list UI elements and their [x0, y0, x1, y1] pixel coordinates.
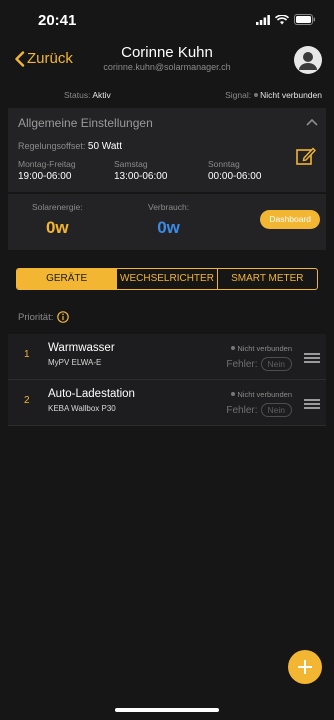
device-name: Warmwasser [48, 342, 115, 354]
device-name: Auto-Ladestation [48, 388, 135, 400]
plus-icon [298, 660, 312, 674]
header: Zurück Corinne Kuhn corinne.kuhn@solarma… [0, 40, 334, 84]
system-icons [256, 14, 316, 25]
device-error: Fehler: Nein [226, 403, 292, 417]
priority-label: Priorität: [18, 311, 54, 323]
user-email: corinne.kuhn@solarmanager.ch [103, 62, 231, 72]
status-text: Status: Aktiv [64, 90, 111, 100]
settings-card: Allgemeine Einstellungen Regelungsoffset… [8, 108, 326, 192]
home-indicator[interactable] [115, 708, 219, 712]
solar-value: 0w [45, 218, 69, 237]
tab-smart-meter[interactable]: SMART METER [216, 269, 317, 289]
error-badge: Nein [260, 403, 292, 417]
offset-label: Regelungsoffset: [18, 141, 86, 151]
connection-status-text: Nicht verbunden [237, 390, 292, 399]
schedule-value: 13:00-06:00 [114, 171, 168, 182]
connection-status-text: Nicht verbunden [237, 344, 292, 353]
user-name: Corinne Kuhn [121, 44, 213, 61]
status-bar: 20:41 [0, 0, 334, 40]
wifi-icon [275, 14, 289, 24]
tab-inverter[interactable]: WECHSELRICHTER [116, 269, 216, 289]
signal-value: Nicht verbunden [260, 90, 322, 100]
error-label: Fehler: [226, 404, 258, 416]
consumption: Verbrauch: 0w [148, 202, 189, 238]
device-priority: 1 [24, 349, 30, 360]
schedule-value: 00:00-06:00 [208, 171, 262, 182]
solar-label: Solarenergie: [32, 202, 83, 212]
consumption-label: Verbrauch: [148, 202, 190, 212]
device-tabs: GERÄTE WECHSELRICHTER SMART METER [16, 268, 318, 290]
status-label: Status: [64, 90, 91, 100]
energy-card: Solarenergie: 0w Verbrauch: 0w Dashboard [8, 194, 326, 250]
list-item[interactable]: 1 Warmwasser MyPV ELWA-E Nicht verbunden… [8, 334, 326, 380]
list-item[interactable]: 2 Auto-Ladestation KEBA Wallbox P30 Nich… [8, 380, 326, 426]
schedule-label: Samstag [114, 159, 148, 169]
signal-icon [256, 14, 270, 25]
settings-title: Allgemeine Einstellungen [18, 116, 153, 130]
drag-handle-icon[interactable] [304, 399, 320, 411]
schedule-value: 19:00-06:00 [18, 171, 72, 182]
drag-handle-icon[interactable] [304, 353, 320, 365]
error-badge: Nein [260, 357, 292, 371]
chevron-up-icon[interactable] [306, 118, 318, 126]
device-connection: Nicht verbunden [228, 390, 292, 399]
tab-devices[interactable]: GERÄTE [17, 269, 117, 289]
signal-label: Signal: [225, 90, 252, 100]
avatar-icon [299, 52, 317, 70]
status-value: Aktiv [92, 90, 111, 100]
status-dot-icon [231, 392, 236, 396]
offset-value: 50 Watt [87, 141, 122, 152]
device-error: Fehler: Nein [226, 357, 292, 371]
avatar[interactable] [294, 46, 322, 74]
connection-status: Status: Aktiv Signal: Nicht verbunden [0, 84, 334, 108]
dashboard-button[interactable]: Dashboard [260, 210, 320, 229]
error-label: Fehler: [226, 358, 258, 370]
device-connection: Nicht verbunden [228, 344, 292, 353]
edit-icon[interactable] [296, 146, 316, 166]
schedule-label: Montag-Freitag [18, 159, 76, 169]
signal-text: Signal: Nicht verbunden [225, 90, 322, 100]
battery-icon [294, 14, 315, 25]
device-priority: 2 [24, 395, 30, 406]
info-icon[interactable] [57, 311, 70, 323]
clock: 20:41 [38, 12, 77, 29]
device-model: MyPV ELWA-E [48, 358, 102, 367]
consumption-value: 0w [157, 218, 180, 237]
signal-dot-icon [254, 93, 259, 97]
app-screen: 20:41 Zurück Corinne Kuhn corinne.kuhn@s… [0, 0, 334, 720]
schedule-weekdays: Montag-Freitag 19:00-06:00 [18, 159, 76, 182]
device-list: 1 Warmwasser MyPV ELWA-E Nicht verbunden… [8, 334, 326, 426]
priority-header: Priorität: [18, 311, 70, 323]
add-device-button[interactable] [288, 650, 322, 684]
control-offset: Regelungsoffset: 50 Watt [18, 141, 122, 152]
device-model: KEBA Wallbox P30 [48, 404, 116, 413]
solar-energy: Solarenergie: 0w [32, 202, 83, 238]
status-dot-icon [231, 346, 236, 350]
schedule-saturday: Samstag 13:00-06:00 [114, 159, 167, 182]
user-info: Corinne Kuhn corinne.kuhn@solarmanager.c… [0, 44, 334, 72]
schedule-label: Sonntag [208, 159, 240, 169]
schedule-sunday: Sonntag 00:00-06:00 [208, 159, 261, 182]
